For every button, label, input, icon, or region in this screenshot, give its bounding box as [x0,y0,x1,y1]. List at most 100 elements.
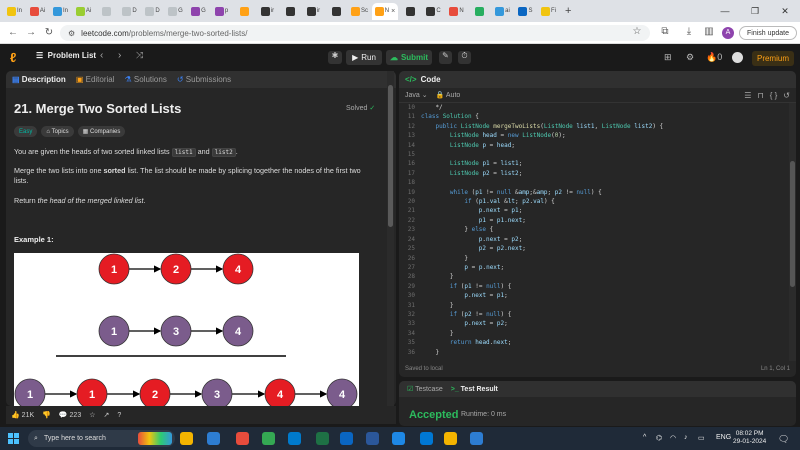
active-browser-tab[interactable]: N × [372,2,398,20]
site-info-icon[interactable]: ⚙ [68,29,75,38]
close-tab-icon[interactable]: × [391,8,395,15]
browser-tab[interactable]: Sc [349,3,370,20]
browser-tab[interactable]: ir [257,3,278,20]
timer-icon[interactable]: ⏱ [458,51,471,64]
back-icon[interactable]: ← [4,27,22,38]
layout-grid-icon[interactable]: ⊞ [664,52,672,63]
streak-fire-icon[interactable]: 🔥0 [706,52,722,63]
edge-icon[interactable] [207,432,220,445]
browser-tab[interactable]: p [211,3,232,20]
browser-tab[interactable]: Ai [27,3,48,20]
run-button[interactable]: ▶ Run [346,50,382,65]
mail-icon[interactable] [262,432,275,445]
app-icon[interactable] [470,432,483,445]
description-scrollbar[interactable] [387,71,394,406]
share-icon[interactable]: ↗ [104,411,110,419]
battery-icon[interactable]: ▭ [698,434,705,442]
task-view-icon[interactable] [180,432,193,445]
leetcode-logo-icon[interactable]: ℓ [10,50,16,65]
side-panel-icon[interactable]: ▥ [702,26,716,40]
chrome-icon[interactable] [288,432,301,445]
browser-tab[interactable]: In [50,3,71,20]
file-explorer-icon[interactable] [236,432,249,445]
windows-start-icon[interactable] [8,433,19,444]
close-window-button[interactable]: ✕ [770,0,800,22]
browser-tab[interactable]: Fi [538,3,559,20]
word-icon[interactable] [420,432,433,445]
like-button[interactable]: 👍 21K [11,411,34,419]
forward-icon[interactable]: → [22,27,40,38]
browser-tab[interactable]: S [515,3,536,20]
browser-tab[interactable]: G [165,3,186,20]
browser-tab[interactable] [234,3,255,20]
edge-dev-icon[interactable] [392,432,405,445]
browser-tab[interactable]: G [188,3,209,20]
tab-testcase[interactable]: ☑ Testcase [407,385,443,393]
tab-submissions[interactable]: ↺ Submissions [177,75,231,84]
problem-list-link[interactable]: ☰ Problem List [36,51,96,60]
browser-tab[interactable]: ir [303,3,324,20]
widgets-icon[interactable] [138,432,172,445]
browser-tab[interactable] [400,3,421,20]
excel-icon[interactable] [366,432,379,445]
user-avatar[interactable] [732,52,743,63]
browser-tab[interactable]: In [4,3,25,20]
browser-tab[interactable] [326,3,347,20]
chrome-profile-icon[interactable] [316,432,329,445]
maximize-button[interactable]: ❐ [740,0,770,22]
tab-description[interactable]: ▤ Description [12,75,66,84]
browser-tab[interactable]: N [446,3,467,20]
volume-icon[interactable]: ♪ [684,434,688,441]
minimize-button[interactable]: — [710,0,740,22]
code-editor[interactable]: 10 */11 class Solution {12 public ListNod… [399,103,789,361]
bookmark-star-icon[interactable]: ☆ [630,26,644,40]
browser-tab[interactable] [96,3,117,20]
tab-editorial[interactable]: ▣ Editorial [76,75,115,84]
profile-avatar[interactable]: A [722,27,734,39]
tab-test-result[interactable]: >_ Test Result [451,386,498,393]
bookmark-icon[interactable]: ⊓ [757,91,763,100]
language-select[interactable]: Java ⌄ [405,91,428,99]
difficulty-badge[interactable]: Easy [14,126,38,137]
url-input[interactable]: ⚙ leetcode.com/problems/merge-two-sorted… [60,25,650,41]
settings-gear-icon[interactable]: ⚙ [686,52,694,63]
notification-icon[interactable]: 🗨 [778,434,789,445]
wifi-icon[interactable]: ◠ [670,434,676,442]
extensions-icon[interactable]: ⧉ [658,26,672,40]
code-scrollbar[interactable] [789,103,796,361]
comments-button[interactable]: 💬 223 [59,411,81,419]
premium-button[interactable]: Premium [752,51,794,66]
auto-toggle[interactable]: 🔒 Auto [436,91,461,99]
browser-tab[interactable]: C [423,3,444,20]
notes-icon[interactable]: ✎ [439,51,452,64]
help-icon[interactable]: ? [117,412,121,419]
reset-icon[interactable]: ↺ [783,91,790,100]
browser-tab[interactable]: D [142,3,163,20]
debug-icon[interactable]: ✱ [328,51,342,64]
braces-icon[interactable]: { } [770,91,778,100]
store-icon[interactable] [444,432,457,445]
tab-solutions[interactable]: ⚗ Solutions [125,75,167,84]
topics-tag[interactable]: ⌂ Topics [41,126,74,137]
format-icon[interactable]: ☰ [744,91,751,100]
language-indicator[interactable]: ENG [716,434,731,441]
shuffle-icon[interactable]: ⤨ [136,50,143,61]
browser-tab[interactable]: ai [492,3,513,20]
tray-chevron-icon[interactable]: ^ [643,434,646,441]
new-tab-button[interactable]: + [565,5,571,17]
browser-tab[interactable] [469,3,490,20]
taskbar-clock[interactable]: 08:02 PM 29-01-2024 [733,430,766,446]
reload-icon[interactable]: ↻ [40,27,58,38]
network-icon[interactable]: ⌬ [656,434,662,442]
vscode-icon[interactable] [340,432,353,445]
browser-tab[interactable] [280,3,301,20]
companies-tag[interactable]: ▦ Companies [77,126,126,137]
browser-tab[interactable]: D [119,3,140,20]
finish-update-button[interactable]: Finish update [739,26,797,40]
prev-problem-icon[interactable]: ‹ [100,50,103,61]
browser-tab[interactable]: Ai [73,3,94,20]
submit-button[interactable]: ☁ Submit [386,50,432,65]
star-icon[interactable]: ☆ [89,411,95,419]
next-problem-icon[interactable]: › [118,50,121,61]
downloads-icon[interactable]: ⤓ [682,26,696,40]
